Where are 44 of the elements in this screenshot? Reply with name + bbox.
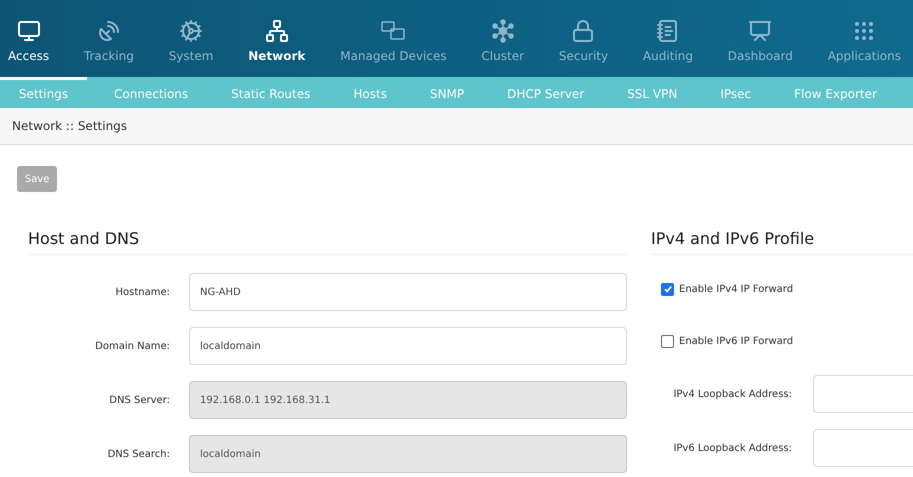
windows-icon [380,18,406,42]
text-field[interactable] [813,375,913,413]
nav-tab[interactable]: Security [550,0,616,77]
nav-tab[interactable]: Tracking [76,0,142,77]
sub-tab[interactable]: Static Routes [215,77,326,108]
nav-tab[interactable]: Applications [820,0,909,77]
nav-tab[interactable]: Access [0,0,58,77]
field-label: Hostname: [114,286,170,298]
field-label: DNS Search: [106,448,170,460]
checkbox[interactable] [661,334,674,348]
text-field[interactable]: NG-AHD [189,273,627,311]
gears-icon [179,18,204,42]
satellite-dish-icon [96,18,121,42]
checkbox-label: Enable IPv6 IP Forward [679,336,794,346]
nav-tab[interactable]: System [160,0,222,77]
sub-tab[interactable]: Flow Exporter [778,77,893,108]
field-label: IPv4 Loopback Address: [672,388,792,400]
nav-tab[interactable]: Managed Devices [332,0,455,77]
monitor-icon [16,18,41,42]
nav-tab[interactable]: Dashboard [720,0,801,77]
hub-icon [490,18,515,42]
nav-tab[interactable]: Auditing [634,0,701,77]
network-icon [264,18,289,42]
sub-tab[interactable]: SNMP [414,77,480,108]
notepad-icon [656,18,680,42]
nav-tab[interactable]: Network [240,0,314,77]
sub-tab[interactable]: Hosts [337,77,403,108]
field-label: Domain Name: [94,340,170,352]
field-label: DNS Server: [108,394,170,406]
sub-tab[interactable]: IPsec [704,77,768,108]
field-label: IPv6 Loopback Address: [672,442,792,454]
nav-tab[interactable]: Cluster [473,0,532,77]
section-heading: IPv4 and IPv6 Profile [651,229,913,255]
checkbox-label: Enable IPv4 IP Forward [679,284,794,294]
text-field[interactable]: localdomain [189,327,627,365]
text-field[interactable] [813,429,913,467]
sub-tab[interactable]: Connections [98,77,204,108]
lock-icon [571,18,596,42]
section-heading: Host and DNS [28,229,627,255]
sub-tab[interactable]: SSL VPN [611,77,694,108]
breadcrumb: Network :: Settings [0,108,913,145]
sub-tab[interactable]: DHCP Server [491,77,600,108]
dashboard-icon [748,18,772,42]
checkbox[interactable] [661,282,674,296]
